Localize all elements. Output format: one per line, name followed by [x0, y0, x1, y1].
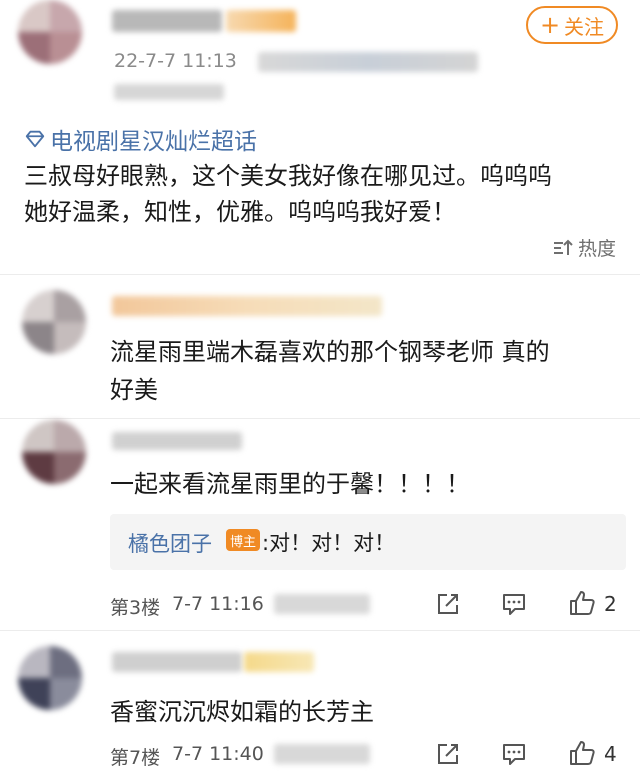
- post-text-line-1: 三叔母好眼熟，这个美女我好像在哪见过。呜呜呜: [24, 162, 552, 190]
- avatar[interactable]: [22, 420, 86, 484]
- reply-preview[interactable]: 橘色团子 博主 :对！对！对！: [110, 514, 626, 570]
- author-badge: 博主: [226, 529, 260, 551]
- topic-link[interactable]: 电视剧星汉灿烂超话: [24, 122, 257, 156]
- comment-time: 7-7 11:16: [172, 593, 264, 615]
- username[interactable]: [112, 10, 222, 32]
- post-text-line-2: 她好温柔，知性，优雅。呜呜呜我好爱！: [24, 198, 456, 226]
- post-location: [114, 84, 224, 100]
- divider: [0, 418, 640, 419]
- comment-floor: 第7楼: [110, 747, 161, 769]
- divider: [0, 630, 640, 631]
- post-timestamp: 22-7-7 11:13: [114, 50, 237, 72]
- comment-time: 7-7 11:40: [172, 743, 264, 765]
- username-badge: [226, 10, 296, 32]
- diamond-icon: [25, 130, 45, 148]
- follow-button[interactable]: + 关注: [526, 6, 618, 44]
- comment-icon[interactable]: [500, 590, 528, 618]
- comment-source: [274, 594, 370, 614]
- commenter-name[interactable]: [112, 652, 242, 672]
- reply-text: :对！对！对！: [262, 531, 396, 555]
- avatar[interactable]: [22, 290, 86, 354]
- comment-text-line-2: 好美: [110, 376, 158, 404]
- plus-icon: +: [539, 11, 561, 39]
- share-icon[interactable]: [434, 740, 462, 768]
- divider: [0, 274, 640, 275]
- sort-icon: [554, 239, 573, 255]
- comment-text-line-1: 流星雨里端木磊喜欢的那个钢琴老师 真的: [110, 338, 550, 366]
- post-source: [258, 52, 478, 72]
- comment-icon[interactable]: [500, 740, 528, 768]
- commenter-name[interactable]: [112, 432, 242, 450]
- reply-author[interactable]: 橘色团子: [128, 528, 212, 558]
- comment-text: 一起来看流星雨里的于馨！！！！: [110, 470, 470, 498]
- comment-source: [274, 744, 370, 764]
- like-count: 2: [604, 592, 617, 616]
- commenter-badge: [244, 652, 314, 672]
- avatar[interactable]: [18, 646, 82, 710]
- avatar[interactable]: [18, 0, 82, 64]
- sort-button[interactable]: 热度: [552, 234, 616, 261]
- like-count: 4: [604, 742, 617, 766]
- like-icon[interactable]: [568, 739, 596, 767]
- like-icon[interactable]: [568, 589, 596, 617]
- comment-floor: 第3楼: [110, 597, 161, 619]
- comment-text: 香蜜沉沉烬如霜的长芳主: [110, 698, 374, 726]
- commenter-name[interactable]: [112, 296, 382, 316]
- share-icon[interactable]: [434, 590, 462, 618]
